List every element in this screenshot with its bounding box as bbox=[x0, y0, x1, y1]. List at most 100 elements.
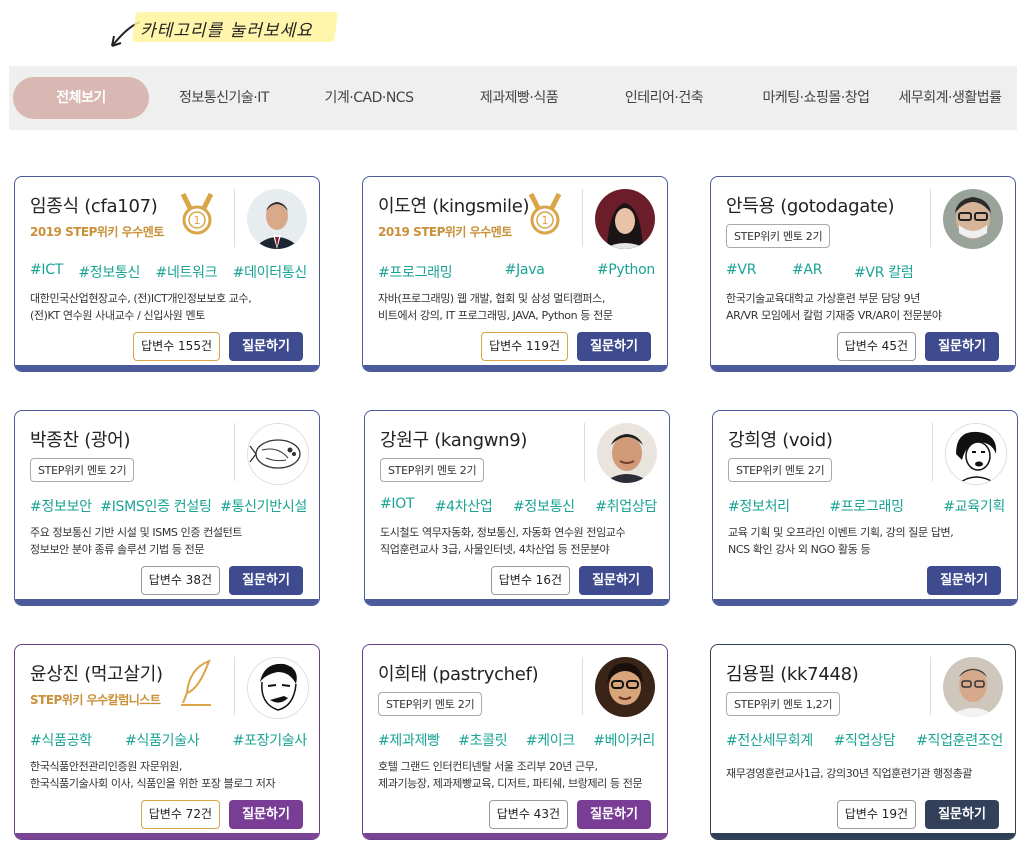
mentor-card[interactable]: 임종식 (cfa107) 2019 STEP위키 우수멘토 1 #ICT #정보… bbox=[14, 176, 320, 372]
ask-question-button[interactable]: 질문하기 bbox=[927, 566, 1001, 595]
ask-question-button[interactable]: 질문하기 bbox=[925, 800, 999, 829]
tag[interactable]: #정보통신 bbox=[78, 262, 140, 282]
answer-count: 답변수 155건 bbox=[133, 332, 220, 361]
award-label: 2019 STEP위키 우수멘토 bbox=[30, 225, 164, 239]
ask-question-button[interactable]: 질문하기 bbox=[577, 800, 651, 829]
tag[interactable]: #초콜릿 bbox=[458, 730, 507, 750]
mentor-generation-badge: STEP위키 멘토 2기 bbox=[30, 458, 135, 482]
quill-pen-icon bbox=[181, 659, 211, 706]
answer-count: 답변수 19건 bbox=[836, 800, 916, 829]
mentor-description: 한국식품안전관리인증원 자문위원, 한국식품기술사회 이사, 식품인을 위한 포… bbox=[30, 760, 276, 790]
portrait-woman-icon bbox=[595, 189, 655, 249]
ask-question-button[interactable]: 질문하기 bbox=[229, 800, 303, 829]
mentor-generation-badge: STEP위키 멘토 2기 bbox=[378, 692, 483, 716]
mentor-card[interactable]: 이희태 (pastrychef) STEP위키 멘토 2기 #제과제빵 #초콜릿… bbox=[362, 644, 668, 840]
tag[interactable]: #정보보안 bbox=[30, 496, 92, 516]
tab-mechanical[interactable]: 기계·CAD·NCS bbox=[309, 77, 429, 119]
tag[interactable]: #Python bbox=[597, 262, 655, 282]
tag-list: #ICT #정보통신 #네트워크 #데이터통신 bbox=[30, 262, 307, 282]
mentor-description: 주요 정보통신 기반 시설 및 ISMS 인증 컨설턴트 정보보안 분야 종류 … bbox=[30, 526, 243, 556]
answer-count: 답변수 119건 bbox=[481, 332, 568, 361]
tag[interactable]: #프로그래밍 bbox=[378, 262, 453, 282]
tag[interactable]: #전산세무회계 bbox=[726, 730, 813, 750]
mentor-name: 이도연 (kingsmile) bbox=[378, 196, 530, 217]
tag[interactable]: #베이커리 bbox=[593, 730, 655, 750]
tag[interactable]: #Java bbox=[505, 262, 545, 282]
tag[interactable]: #직업상담 bbox=[834, 730, 896, 750]
mentor-card[interactable]: 안득용 (gotodagate) STEP위키 멘토 2기 #VR #AR #V… bbox=[710, 176, 1016, 372]
award-label: STEP위키 우수칼럼니스트 bbox=[30, 693, 161, 707]
mentor-description: 재무경영훈련교사1급, 강의30년 직업훈련기관 행정총괄 bbox=[726, 767, 973, 780]
mentor-name: 강원구 (kangwn9) bbox=[380, 430, 528, 451]
mentor-description: 대한민국산업현장교수, (전)ICT개인정보보호 교수, (전)KT 연수원 사… bbox=[30, 292, 252, 322]
tag[interactable]: #네트워크 bbox=[156, 262, 218, 282]
tab-tax-law[interactable]: 세무회계·생활법률 bbox=[885, 77, 1015, 119]
mentor-name: 임종식 (cfa107) bbox=[30, 196, 158, 217]
tab-marketing[interactable]: 마케팅·쇼핑몰·창업 bbox=[737, 77, 895, 119]
tag[interactable]: #교육기획 bbox=[943, 496, 1005, 516]
portrait-man-icon bbox=[597, 423, 657, 483]
answer-count: 답변수 38건 bbox=[140, 566, 220, 595]
ask-question-button[interactable]: 질문하기 bbox=[229, 566, 303, 595]
mentor-generation-badge: STEP위키 멘토 2기 bbox=[726, 224, 831, 248]
ask-question-button[interactable]: 질문하기 bbox=[577, 332, 651, 361]
comic-woman-icon bbox=[945, 423, 1007, 485]
tag[interactable]: #식품공학 bbox=[30, 730, 92, 750]
mentor-generation-badge: STEP위키 멘토 2기 bbox=[728, 458, 833, 482]
mentor-description: 도시철도 역무자동화, 정보통신, 자동화 연수원 전임교수 직업훈련교사 3급… bbox=[380, 526, 626, 556]
tab-all[interactable]: 전체보기 bbox=[13, 77, 149, 119]
hint-text: 카테고리를 눌러보세요 bbox=[140, 21, 313, 41]
mentor-description: 자바(프로그래밍) 웹 개발, 협회 및 삼성 멀티캠퍼스, 비트에서 강의, … bbox=[378, 292, 613, 322]
tag-list: #제과제빵 #초콜릿 #케이크 #베이커리 bbox=[378, 730, 655, 750]
mentor-description: 교육 기획 및 오프라인 이벤트 기획, 강의 질문 답변, NCS 확인 강사… bbox=[728, 526, 954, 556]
ask-question-button[interactable]: 질문하기 bbox=[229, 332, 303, 361]
tag[interactable]: #직업훈련조언 bbox=[916, 730, 1003, 750]
tag[interactable]: #VR bbox=[726, 262, 792, 282]
portrait-man-mask-icon bbox=[943, 189, 1003, 249]
answer-count: 답변수 45건 bbox=[836, 332, 916, 361]
tag-list: #정보처리 #프로그래밍 #교육기획 bbox=[728, 496, 1005, 516]
mentor-name: 윤상진 (먹고살기) bbox=[30, 664, 163, 685]
ask-question-button[interactable]: 질문하기 bbox=[579, 566, 653, 595]
svg-text:1: 1 bbox=[542, 214, 549, 227]
tab-bakery-food[interactable]: 제과제빵·식품 bbox=[454, 77, 584, 119]
tag[interactable]: #정보통신 bbox=[513, 496, 575, 516]
tab-ict[interactable]: 정보통신기술·IT bbox=[159, 77, 289, 119]
gold-medal-icon: 1 bbox=[180, 192, 214, 235]
category-hint: 카테고리를 눌러보세요 bbox=[108, 8, 339, 48]
answer-count: 답변수 16건 bbox=[490, 566, 570, 595]
answer-count: 답변수 72건 bbox=[140, 800, 220, 829]
mentor-card[interactable]: 강원구 (kangwn9) STEP위키 멘토 2기 #IOT #4차산업 #정… bbox=[364, 410, 670, 606]
tag[interactable]: #프로그래밍 bbox=[829, 496, 904, 516]
tag[interactable]: #제과제빵 bbox=[378, 730, 440, 750]
portrait-chef-icon bbox=[595, 657, 655, 717]
award-label: 2019 STEP위키 우수멘토 bbox=[378, 225, 512, 239]
tag-list: #IOT #4차산업 #정보통신 #취업상담 bbox=[380, 496, 657, 516]
mentor-card[interactable]: 김용필 (kk7448) STEP위키 멘토 1,2기 #전산세무회계 #직업상… bbox=[710, 644, 1016, 840]
tag-list: #전산세무회계 #직업상담 #직업훈련조언 bbox=[726, 730, 1003, 750]
svg-text:1: 1 bbox=[194, 214, 201, 227]
tag-list: #식품공학 #식품기술사 #포장기술사 bbox=[30, 730, 307, 750]
tag[interactable]: #취업상담 bbox=[595, 496, 657, 516]
ask-question-button[interactable]: 질문하기 bbox=[925, 332, 999, 361]
tag-list: #정보보안 #ISMS인증 컨설팅 #통신기반시설 bbox=[30, 496, 307, 516]
mentor-card[interactable]: 이도연 (kingsmile) 2019 STEP위키 우수멘토 1 #프로그래… bbox=[362, 176, 668, 372]
tag[interactable]: #케이크 bbox=[526, 730, 575, 750]
tag[interactable]: #4차산업 bbox=[435, 496, 493, 516]
mentor-card[interactable]: 박종찬 (광어) STEP위키 멘토 2기 #정보보안 #ISMS인증 컨설팅 … bbox=[14, 410, 320, 606]
tag[interactable]: #통신기반시설 bbox=[220, 496, 307, 516]
tag[interactable]: #포장기술사 bbox=[233, 730, 308, 750]
tag[interactable]: #AR bbox=[792, 262, 854, 282]
tag[interactable]: #식품기술사 bbox=[125, 730, 200, 750]
mentor-card[interactable]: 윤상진 (먹고살기) STEP위키 우수칼럼니스트 #식품공학 #식품기술사 #… bbox=[14, 644, 320, 840]
tab-interior[interactable]: 인테리어·건축 bbox=[599, 77, 729, 119]
flatfish-drawing-icon bbox=[247, 423, 309, 485]
tag[interactable]: #VR 칼럼 bbox=[854, 262, 914, 282]
tag[interactable]: #정보처리 bbox=[728, 496, 790, 516]
tag[interactable]: #IOT bbox=[380, 496, 415, 516]
tag[interactable]: #데이터통신 bbox=[233, 262, 308, 282]
mentor-card[interactable]: 강희영 (void) STEP위키 멘토 2기 #정보처리 #프로그래밍 #교육… bbox=[712, 410, 1018, 606]
mentor-name: 안득용 (gotodagate) bbox=[726, 196, 895, 217]
tag[interactable]: #ISMS인증 컨설팅 bbox=[100, 496, 212, 516]
tag[interactable]: #ICT bbox=[30, 262, 63, 282]
